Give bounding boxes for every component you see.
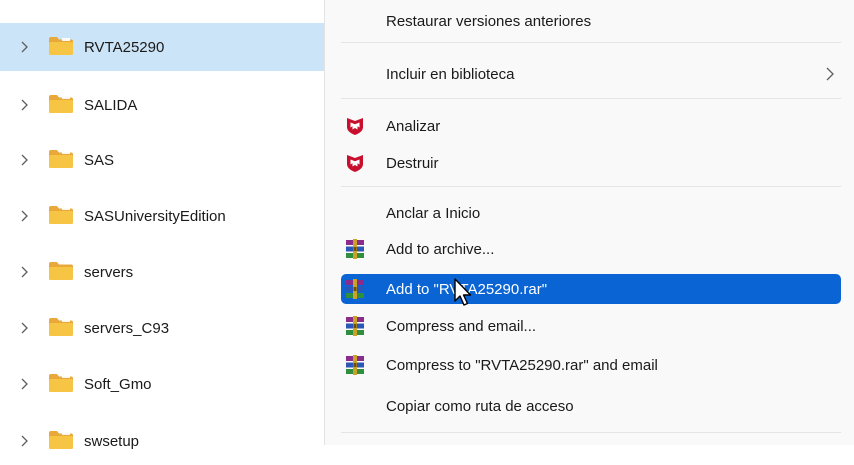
chevron-right-icon[interactable] [17, 321, 31, 335]
tree-item-servers-c93[interactable]: servers_C93 [0, 304, 334, 352]
menu-item-label: Copiar como ruta de acceso [386, 397, 574, 415]
menu-item-label: Add to "RVTA25290.rar" [386, 280, 548, 298]
menu-item-add-to-rar[interactable]: Add to "RVTA25290.rar" [341, 274, 841, 304]
menu-item-analizar[interactable]: Analizar [341, 111, 841, 141]
winrar-icon [345, 279, 365, 299]
folder-icon [48, 149, 74, 169]
folder-icon [48, 36, 74, 56]
navigation-tree: RVTA25290 SALIDA SAS SASUniversityEditio… [0, 0, 334, 450]
tree-item-sas[interactable]: SAS [0, 136, 334, 184]
menu-item-destruir[interactable]: Destruir [341, 148, 841, 178]
menu-separator [341, 98, 841, 99]
tree-item-label: RVTA25290 [84, 38, 165, 56]
folder-icon [48, 94, 74, 114]
menu-item-copiar-como-ruta[interactable]: Copiar como ruta de acceso [341, 391, 841, 421]
menu-item-label: Anclar a Inicio [386, 204, 481, 222]
tree-item-label: swsetup [84, 432, 140, 450]
tree-item-label: Soft_Gmo [84, 375, 152, 393]
menu-item-label: Compress to "RVTA25290.rar" and email [386, 356, 658, 374]
chevron-right-icon [823, 66, 837, 82]
context-menu: Restaurar versiones anteriores Incluir e… [324, 0, 854, 445]
chevron-right-icon[interactable] [17, 434, 31, 448]
tree-item-salida[interactable]: SALIDA [0, 81, 334, 129]
chevron-right-icon[interactable] [17, 98, 31, 112]
menu-separator [341, 186, 841, 187]
chevron-right-icon[interactable] [17, 153, 31, 167]
menu-item-incluir-en-biblioteca[interactable]: Incluir en biblioteca [341, 59, 841, 89]
menu-item-restaurar-versiones[interactable]: Restaurar versiones anteriores [341, 6, 841, 36]
menu-item-label: Add to archive... [386, 240, 495, 258]
folder-icon [48, 430, 74, 450]
chevron-right-icon[interactable] [17, 265, 31, 279]
tree-item-label: SALIDA [84, 96, 138, 114]
folder-icon [48, 373, 74, 393]
tree-item-label: SASUniversityEdition [84, 207, 226, 225]
menu-item-label: Compress and email... [386, 317, 537, 335]
winrar-icon [345, 316, 365, 336]
menu-item-label: Restaurar versiones anteriores [386, 12, 592, 30]
menu-item-label: Destruir [386, 154, 439, 172]
tree-item-rvta25290[interactable]: RVTA25290 [0, 23, 334, 71]
winrar-icon [345, 239, 365, 259]
menu-item-label: Analizar [386, 117, 441, 135]
tree-item-label: servers [84, 263, 134, 281]
folder-icon [48, 317, 74, 337]
chevron-right-icon[interactable] [17, 209, 31, 223]
tree-item-soft-gmo[interactable]: Soft_Gmo [0, 360, 334, 408]
menu-separator [341, 432, 841, 433]
tree-item-servers[interactable]: servers [0, 248, 334, 296]
folder-icon [48, 261, 74, 281]
menu-item-compress-to-rar-and-email[interactable]: Compress to "RVTA25290.rar" and email [341, 350, 841, 380]
menu-item-add-to-archive[interactable]: Add to archive... [341, 234, 841, 264]
folder-icon [48, 205, 74, 225]
chevron-right-icon[interactable] [17, 377, 31, 391]
mcafee-shield-icon [345, 116, 365, 136]
tree-item-label: SAS [84, 151, 115, 169]
tree-item-sasuniversityedition[interactable]: SASUniversityEdition [0, 192, 334, 240]
tree-item-label: servers_C93 [84, 319, 170, 337]
mcafee-shield-icon [345, 153, 365, 173]
menu-item-label: Incluir en biblioteca [386, 65, 515, 83]
tree-item-swsetup[interactable]: swsetup [0, 417, 334, 465]
winrar-icon [345, 355, 365, 375]
menu-item-anclar-a-inicio[interactable]: Anclar a Inicio [341, 198, 841, 228]
chevron-right-icon[interactable] [17, 40, 31, 54]
menu-item-compress-and-email[interactable]: Compress and email... [341, 311, 841, 341]
menu-separator [341, 42, 841, 43]
